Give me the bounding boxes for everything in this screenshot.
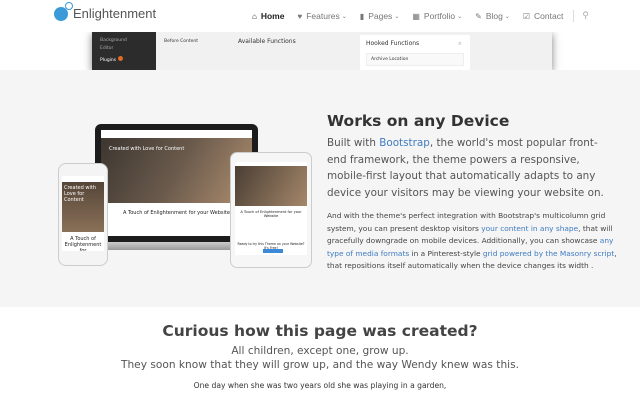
chevron-down-icon: ⌄ — [504, 13, 510, 20]
admin-sidebar: Background Editor Plugins — [92, 32, 156, 70]
available-functions-label: Available Functions — [238, 38, 296, 45]
phone-mockup: Created with Love for Content A Touch of … — [58, 163, 108, 266]
header: Enlightenment ⌂ Home ♥ Features ⌄ ▮ Pages ⌄ ▦… — [0, 0, 640, 32]
story-section: Curious how this page was created? All c… — [0, 322, 640, 390]
before-content-label: Before Content — [164, 39, 199, 44]
heart-icon: ♥ — [297, 11, 303, 21]
search-icon[interactable]: ⚲ — [582, 10, 589, 22]
text: in a Pinterest-style — [409, 248, 483, 258]
logo[interactable]: Enlightenment — [54, 1, 157, 21]
nav-pages[interactable]: ▮ Pages ⌄ — [360, 10, 400, 22]
panel-title: Hooked Functions — [366, 40, 420, 47]
nav-portfolio[interactable]: ▦ Portfolio ⌄ — [412, 10, 462, 22]
chevron-down-icon: ⌄ — [457, 13, 463, 20]
nav-contact[interactable]: ☑ Contact — [523, 10, 563, 22]
story-line: All children, except one, grow up. — [231, 345, 409, 357]
intro-paragraph: Built with Bootstrap, the world's most p… — [327, 135, 617, 201]
grid-icon: ▦ — [412, 11, 420, 21]
story-title: Curious how this page was created? — [162, 322, 478, 340]
device-text: Works on any Device Built with Bootstrap… — [327, 112, 617, 273]
sidebar-text: Editor — [100, 46, 114, 51]
story-paragraph: One day when she was two years old she w… — [193, 381, 447, 390]
phone-caption: A Touch of Enlightenment for — [64, 236, 102, 251]
nav-label: Pages — [368, 11, 393, 21]
nav-label: Contact — [534, 11, 564, 21]
section-title: Works on any Device — [327, 112, 510, 130]
logo-text: Enlightenment — [73, 6, 157, 21]
nav-home[interactable]: ⌂ Home — [252, 10, 284, 22]
file-icon: ▮ — [359, 11, 365, 21]
edit-icon: ☑ — [522, 11, 531, 21]
nav-label: Portfolio — [423, 11, 456, 21]
tablet-button — [263, 249, 283, 253]
close-icon: × — [457, 41, 462, 47]
sidebar-text: Background — [100, 38, 127, 43]
main-nav: ⌂ Home ♥ Features ⌄ ▮ Pages ⌄ ▦ Portfolio ⌄ ✎ Bl… — [252, 10, 589, 22]
chevron-down-icon: ⌄ — [341, 13, 347, 20]
chevron-down-icon: ⌄ — [394, 13, 400, 20]
bootstrap-link[interactable]: Bootstrap — [379, 137, 430, 149]
hero-text: Created with Love for Content — [64, 185, 96, 203]
admin-screenshot: Background Editor Plugins Before Content A… — [92, 32, 552, 70]
archive-location-item: Archive Location — [366, 53, 464, 66]
content-shape-link[interactable]: your content in any shape — [481, 224, 578, 233]
masonry-link[interactable]: grid powered by the Masonry script — [483, 249, 614, 258]
sidebar-plugins: Plugins — [100, 58, 117, 63]
nav-features[interactable]: ♥ Features ⌄ — [297, 10, 346, 22]
tablet-mockup: A Touch of Enlightenment for your Websit… — [230, 152, 312, 268]
hooked-functions-panel: Hooked Functions × Archive Location — [360, 35, 470, 70]
divider — [573, 10, 575, 22]
detail-paragraph: And with the theme's perfect integration… — [327, 210, 617, 273]
nav-label: Home — [260, 11, 285, 21]
tablet-caption: A Touch of Enlightenment for your Websit… — [240, 210, 302, 218]
admin-screenshot-strip: Background Editor Plugins Before Content A… — [0, 32, 640, 70]
hero-image — [235, 166, 307, 206]
hero-image: Created with Love for Content — [62, 182, 104, 232]
pencil-icon: ✎ — [475, 11, 482, 21]
badge — [117, 56, 123, 61]
nav-label: Blog — [485, 11, 503, 21]
home-icon: ⌂ — [252, 11, 257, 21]
story-line: They soon know that they will grow up, a… — [121, 359, 519, 371]
logo-icon — [54, 1, 73, 21]
hero-text: Created with Love for Content — [109, 146, 185, 152]
nav-blog[interactable]: ✎ Blog ⌄ — [475, 10, 510, 22]
text: Built with — [327, 137, 380, 149]
nav-label: Features — [306, 11, 340, 21]
